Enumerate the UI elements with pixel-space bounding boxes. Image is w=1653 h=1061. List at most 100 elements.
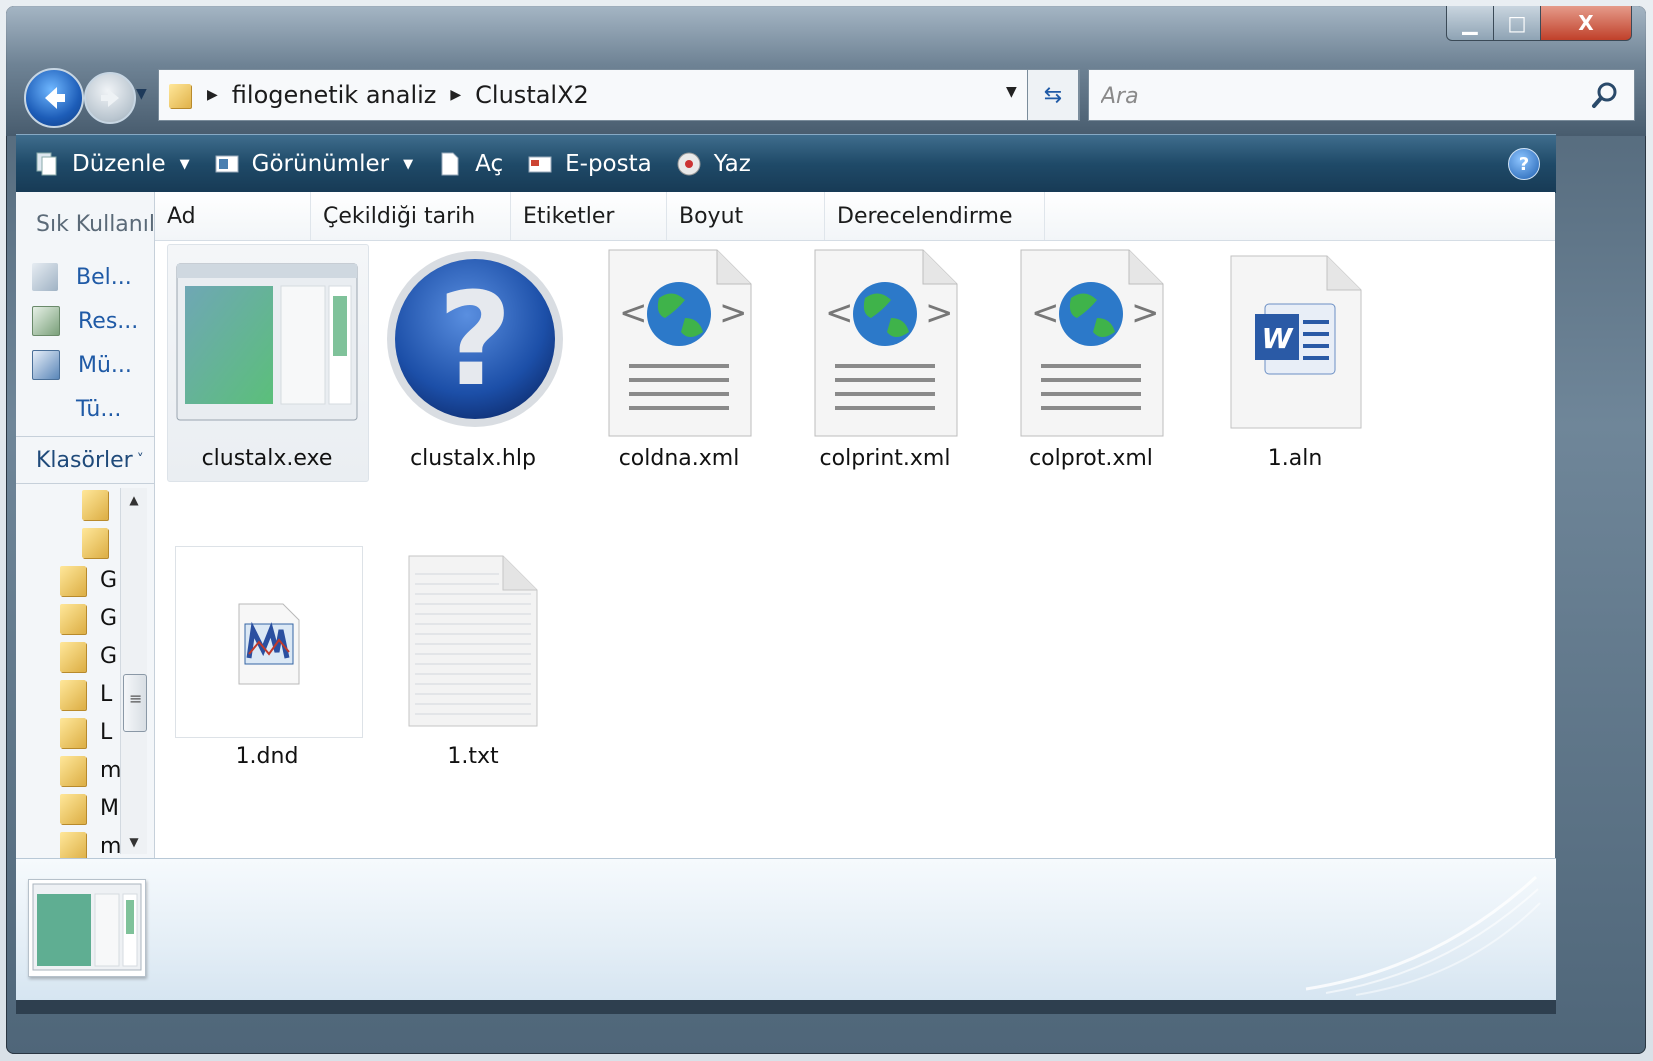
tree-item-label[interactable]: G [100, 644, 117, 669]
folders-header[interactable]: Klasörler ˅ [16, 436, 154, 484]
email-button[interactable]: E-posta [527, 135, 652, 193]
print-button[interactable]: Yaz [676, 135, 751, 193]
tree-item-label[interactable]: L [100, 682, 112, 707]
folder-icon[interactable] [82, 490, 108, 520]
file-item-clustalx-hlp[interactable]: ? clustalx.hlp [373, 244, 573, 482]
xml-document-icon: < > [1020, 249, 1164, 437]
folder-tree-scrollbar[interactable]: ▲ ▼ [120, 488, 147, 854]
tree-item-label[interactable]: G [100, 606, 117, 631]
word-document-icon: W [1230, 255, 1362, 429]
svg-text:<: < [825, 293, 854, 333]
command-bar: Düzenle ▼ Görünümler ▼ Aç E-posta Yaz ? [16, 134, 1556, 193]
column-header-name[interactable]: Ad [155, 192, 311, 240]
svg-text:<: < [619, 293, 648, 333]
column-header-date-taken[interactable]: Çekildiği tarih [311, 192, 511, 240]
file-item-1-txt[interactable]: 1.txt [373, 544, 573, 780]
column-header-rating[interactable]: Derecelendirme [825, 192, 1045, 240]
more-icon [32, 395, 58, 423]
address-dropdown-icon[interactable]: ▼ [1006, 84, 1017, 100]
file-item-1-dnd[interactable]: 1.dnd [167, 544, 367, 780]
print-label: Yaz [713, 151, 751, 177]
open-button[interactable]: Aç [437, 135, 503, 193]
organize-button[interactable]: Düzenle ▼ [34, 135, 190, 193]
file-list-area: Ad Çekildiği tarih Etiketler Boyut Derec… [155, 192, 1555, 858]
tree-item-label[interactable]: L [100, 720, 112, 745]
tree-item-label[interactable]: m [100, 758, 121, 783]
folders-title: Klasörler [36, 447, 133, 473]
maximize-button[interactable]: □ [1493, 6, 1541, 41]
folder-icon[interactable] [60, 756, 86, 786]
search-input[interactable] [1099, 80, 1563, 112]
views-label: Görünümler [251, 151, 390, 177]
xml-document-icon: < > [608, 249, 752, 437]
file-item-colprint-xml[interactable]: < > colprint.xml [785, 244, 985, 482]
favorite-item-music[interactable]: Mü... [32, 348, 132, 382]
file-name: clustalx.hlp [410, 446, 536, 471]
breadcrumb-separator-icon[interactable]: ▶ [207, 87, 218, 103]
file-name: coldna.xml [618, 446, 740, 471]
favorite-item-pictures[interactable]: Res... [32, 304, 138, 338]
decorative-swoosh [1305, 875, 1541, 996]
scroll-up-icon[interactable]: ▲ [121, 488, 147, 512]
search-box[interactable] [1088, 69, 1635, 121]
scroll-down-icon[interactable]: ▼ [121, 830, 147, 854]
breadcrumb-separator-icon[interactable]: ▶ [450, 87, 461, 103]
address-bar[interactable]: ▶ filogenetik analiz ▶ ClustalX2 [158, 69, 1080, 121]
pictures-icon [32, 306, 60, 336]
file-item-colprot-xml[interactable]: < > colprot.xml [991, 244, 1191, 482]
svg-text:W: W [1262, 322, 1294, 355]
close-icon: X [1578, 11, 1594, 35]
help-file-icon: ? [387, 251, 563, 427]
views-button[interactable]: Görünümler ▼ [214, 135, 413, 193]
folder-icon[interactable] [60, 642, 86, 672]
breadcrumb-item-filogenetik-analiz[interactable]: filogenetik analiz [232, 81, 437, 109]
file-name: clustalx.exe [201, 446, 333, 471]
selected-file-thumbnail [28, 879, 146, 977]
refresh-icon: ⇆ [1043, 82, 1063, 108]
breadcrumb-item-clustalx2[interactable]: ClustalX2 [475, 81, 589, 109]
search-icon[interactable] [1588, 78, 1622, 112]
column-header-size[interactable]: Boyut [667, 192, 825, 240]
svg-text:>: > [719, 293, 748, 333]
tree-item-label[interactable]: G [100, 568, 117, 593]
file-item-clustalx-exe[interactable]: clustalx.exe [167, 244, 369, 482]
details-pane [16, 858, 1556, 1001]
refresh-button[interactable]: ⇆ [1027, 69, 1079, 121]
file-name: 1.dnd [235, 744, 299, 769]
organize-label: Düzenle [72, 151, 166, 177]
chevron-down-icon: ▼ [403, 156, 414, 172]
scrollbar-thumb[interactable] [123, 674, 147, 732]
application-window-icon [176, 263, 358, 421]
folder-icon[interactable] [60, 832, 86, 858]
favorite-item-documents[interactable]: Bel... [32, 260, 132, 294]
tree-item-label[interactable]: m [100, 834, 121, 858]
file-name: colprint.xml [819, 446, 951, 471]
file-item-1-aln[interactable]: W 1.aln [1195, 244, 1395, 482]
column-header-tags[interactable]: Etiketler [511, 192, 667, 240]
favorite-item-label: Res... [78, 308, 139, 334]
favorite-item-label: Tü... [76, 396, 122, 422]
xml-document-icon: < > [814, 249, 958, 437]
folder-icon[interactable] [60, 680, 86, 710]
help-icon[interactable]: ? [1508, 148, 1540, 180]
favorite-item-more[interactable]: Tü... [32, 392, 121, 426]
folder-icon[interactable] [60, 794, 86, 824]
file-name: colprot.xml [1029, 446, 1153, 471]
folder-icon[interactable] [60, 604, 86, 634]
open-icon [441, 152, 459, 176]
help-question-glyph: ? [438, 266, 512, 415]
recent-pages-dropdown[interactable]: ▼ [136, 86, 147, 102]
text-document-icon [408, 555, 538, 727]
file-item-coldna-xml[interactable]: < > coldna.xml [579, 244, 779, 482]
folder-icon[interactable] [60, 566, 86, 596]
svg-text:<: < [1031, 293, 1060, 333]
forward-button[interactable] [84, 72, 136, 124]
organize-icon [36, 152, 57, 176]
minimize-icon: ▁ [1462, 11, 1478, 35]
folder-icon[interactable] [60, 718, 86, 748]
minimize-button[interactable]: ▁ [1446, 6, 1494, 41]
tree-item-label[interactable]: M [100, 796, 119, 821]
folder-icon[interactable] [82, 528, 108, 558]
back-button[interactable] [24, 68, 84, 128]
close-button[interactable]: X [1540, 6, 1632, 41]
